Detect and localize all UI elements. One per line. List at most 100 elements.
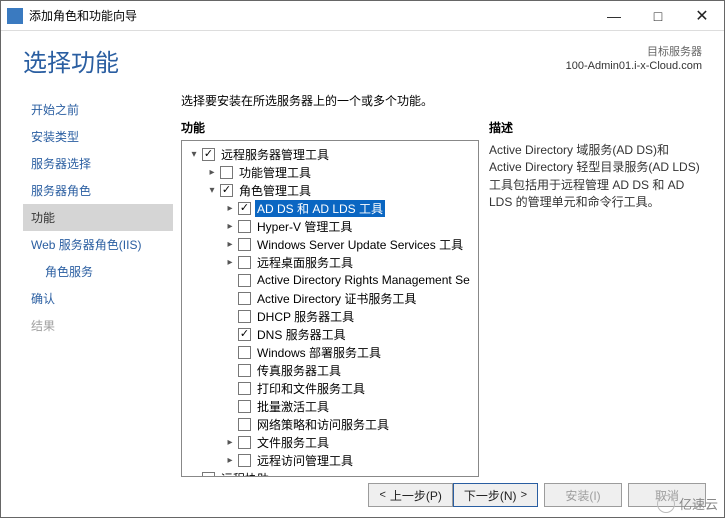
tree-node[interactable]: 批量激活工具: [184, 397, 476, 415]
tree-node[interactable]: ▸ 功能管理工具: [184, 163, 476, 181]
install-button[interactable]: 安装(I): [544, 483, 622, 507]
chevron-right-icon[interactable]: ▸: [224, 454, 236, 466]
tree-node-label[interactable]: AD DS 和 AD LDS 工具: [255, 200, 385, 217]
tree-checkbox[interactable]: [238, 418, 251, 431]
chevron-down-icon[interactable]: ▾: [188, 148, 200, 160]
sidebar-step[interactable]: 开始之前: [23, 96, 173, 123]
sidebar-step[interactable]: 确认: [23, 285, 173, 312]
tree-node-label[interactable]: 打印和文件服务工具: [255, 380, 367, 397]
previous-button[interactable]: <上一步(P): [368, 483, 452, 507]
tree-node-label[interactable]: 网络策略和访问服务工具: [255, 416, 391, 433]
chevron-left-icon: <: [379, 489, 385, 501]
wizard-content: 开始之前安装类型服务器选择服务器角色功能Web 服务器角色(IIS)角色服务确认…: [1, 82, 724, 477]
chevron-right-icon[interactable]: ▸: [224, 238, 236, 250]
tree-node-label[interactable]: 远程访问管理工具: [255, 452, 355, 469]
sidebar-step[interactable]: 服务器选择: [23, 150, 173, 177]
app-icon: [7, 8, 23, 24]
tree-node[interactable]: DHCP 服务器工具: [184, 307, 476, 325]
tree-node[interactable]: Active Directory Rights Management Se: [184, 271, 476, 289]
next-button[interactable]: 下一步(N)>: [453, 483, 538, 507]
maximize-button[interactable]: □: [636, 1, 680, 31]
tree-node-label[interactable]: 远程桌面服务工具: [255, 254, 355, 271]
minimize-button[interactable]: —: [592, 1, 636, 31]
tree-node[interactable]: ▸ 远程桌面服务工具: [184, 253, 476, 271]
tree-checkbox[interactable]: [238, 400, 251, 413]
tree-checkbox[interactable]: [238, 436, 251, 449]
wizard-footer: <上一步(P) 下一步(N)> 安装(I) 取消: [368, 483, 706, 507]
wizard-header: 选择功能 目标服务器 100-Admin01.i-x-Cloud.com: [1, 31, 724, 82]
chevron-right-icon[interactable]: ▸: [224, 256, 236, 268]
tree-checkbox[interactable]: [238, 382, 251, 395]
tree-node[interactable]: Windows 部署服务工具: [184, 343, 476, 361]
sidebar-step[interactable]: 角色服务: [23, 258, 173, 285]
window-title: 添加角色和功能向导: [29, 7, 592, 24]
sidebar-step[interactable]: 安装类型: [23, 123, 173, 150]
description-text: Active Directory 域服务(AD DS)和 Active Dire…: [489, 140, 702, 212]
sidebar-step[interactable]: Web 服务器角色(IIS): [23, 231, 173, 258]
features-tree[interactable]: ▾远程服务器管理工具▸功能管理工具▾角色管理工具▸AD DS 和 AD LDS …: [181, 140, 479, 477]
tree-checkbox[interactable]: [220, 184, 233, 197]
tree-node[interactable]: ▾ 远程服务器管理工具: [184, 145, 476, 163]
target-server-value: 100-Admin01.i-x-Cloud.com: [566, 59, 702, 73]
tree-checkbox[interactable]: [238, 346, 251, 359]
page-heading: 选择功能: [23, 43, 566, 78]
titlebar: 添加角色和功能向导 — □ ✕: [1, 1, 724, 31]
tree-node-label[interactable]: Active Directory 证书服务工具: [255, 290, 418, 307]
tree-node[interactable]: DNS 服务器工具: [184, 325, 476, 343]
tree-checkbox[interactable]: [238, 274, 251, 287]
tree-checkbox[interactable]: [238, 310, 251, 323]
nav-button-group: <上一步(P) 下一步(N)>: [368, 483, 538, 507]
tree-checkbox[interactable]: [238, 238, 251, 251]
tree-checkbox[interactable]: [202, 148, 215, 161]
tree-checkbox[interactable]: [238, 328, 251, 341]
tree-node[interactable]: ▸ AD DS 和 AD LDS 工具: [184, 199, 476, 217]
tree-node-label[interactable]: Active Directory Rights Management Se: [255, 273, 472, 287]
cancel-button[interactable]: 取消: [628, 483, 706, 507]
tree-node[interactable]: ▾ 角色管理工具: [184, 181, 476, 199]
tree-node-label[interactable]: 批量激活工具: [255, 398, 331, 415]
sidebar-step: 结果: [23, 312, 173, 339]
tree-node-label[interactable]: 远程服务器管理工具: [219, 146, 331, 163]
tree-checkbox[interactable]: [202, 472, 215, 478]
tree-node[interactable]: ▸ 远程访问管理工具: [184, 451, 476, 469]
tree-node[interactable]: Active Directory 证书服务工具: [184, 289, 476, 307]
panels: 功能 ▾远程服务器管理工具▸功能管理工具▾角色管理工具▸AD DS 和 AD L…: [181, 119, 702, 477]
tree-node[interactable]: ▸ Windows Server Update Services 工具: [184, 235, 476, 253]
tree-node-label[interactable]: 远程协助: [219, 470, 271, 478]
tree-node-label[interactable]: Hyper-V 管理工具: [255, 218, 354, 235]
chevron-right-icon[interactable]: ▸: [224, 220, 236, 232]
chevron-right-icon[interactable]: ▸: [224, 436, 236, 448]
description-panel: 描述 Active Directory 域服务(AD DS)和 Active D…: [489, 119, 702, 477]
tree-node[interactable]: 打印和文件服务工具: [184, 379, 476, 397]
tree-checkbox[interactable]: [238, 364, 251, 377]
tree-checkbox[interactable]: [238, 292, 251, 305]
tree-node-label[interactable]: Windows 部署服务工具: [255, 344, 383, 361]
features-panel: 功能 ▾远程服务器管理工具▸功能管理工具▾角色管理工具▸AD DS 和 AD L…: [181, 119, 479, 477]
tree-checkbox[interactable]: [220, 166, 233, 179]
tree-node[interactable]: 远程协助: [184, 469, 476, 477]
tree-node-label[interactable]: 文件服务工具: [255, 434, 331, 451]
tree-node-label[interactable]: DHCP 服务器工具: [255, 308, 356, 325]
chevron-down-icon[interactable]: ▾: [206, 184, 218, 196]
tree-node-label[interactable]: 传真服务器工具: [255, 362, 343, 379]
tree-node-label[interactable]: 功能管理工具: [237, 164, 313, 181]
chevron-right-icon[interactable]: ▸: [224, 202, 236, 214]
tree-node[interactable]: ▸ Hyper-V 管理工具: [184, 217, 476, 235]
tree-checkbox[interactable]: [238, 220, 251, 233]
tree-checkbox[interactable]: [238, 256, 251, 269]
tree-node-label[interactable]: Windows Server Update Services 工具: [255, 236, 465, 253]
tree-node[interactable]: ▸ 文件服务工具: [184, 433, 476, 451]
tree-checkbox[interactable]: [238, 454, 251, 467]
chevron-right-icon[interactable]: ▸: [206, 166, 218, 178]
close-button[interactable]: ✕: [680, 1, 724, 31]
target-server-block: 目标服务器 100-Admin01.i-x-Cloud.com: [566, 43, 702, 78]
tree-checkbox[interactable]: [238, 202, 251, 215]
tree-node-label[interactable]: DNS 服务器工具: [255, 326, 348, 343]
sidebar-step[interactable]: 功能: [23, 204, 173, 231]
tree-node[interactable]: 传真服务器工具: [184, 361, 476, 379]
sidebar-step[interactable]: 服务器角色: [23, 177, 173, 204]
tree-node-label[interactable]: 角色管理工具: [237, 182, 313, 199]
tree-node[interactable]: 网络策略和访问服务工具: [184, 415, 476, 433]
wizard-sidebar: 开始之前安装类型服务器选择服务器角色功能Web 服务器角色(IIS)角色服务确认…: [23, 88, 173, 477]
features-panel-title: 功能: [181, 119, 479, 140]
